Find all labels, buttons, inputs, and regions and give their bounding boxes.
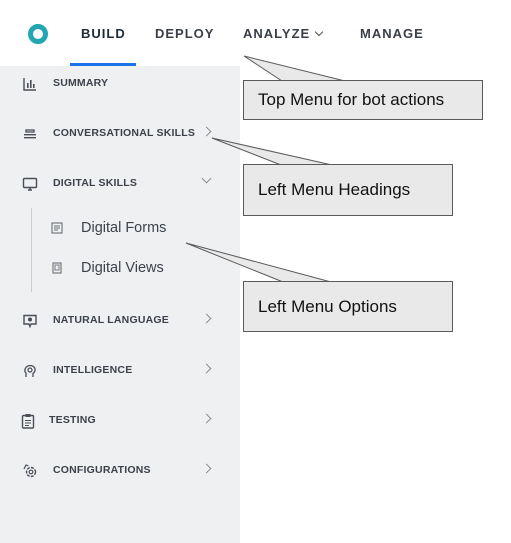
callout-left-menu-options: Left Menu Options [243,281,453,332]
callout-top-menu: Top Menu for bot actions [243,80,483,120]
callout-pointer-top-menu [243,55,346,82]
callout-pointer-left-menu-options [185,242,332,283]
callout-pointer-left-menu-headings [211,137,333,166]
callout-top-menu-text: Top Menu for bot actions [258,90,445,109]
callout-left-menu-headings-text: Left Menu Headings [258,180,411,199]
callout-left-menu-options-text: Left Menu Options [258,296,397,316]
callout-left-menu-headings: Left Menu Headings [243,164,453,216]
